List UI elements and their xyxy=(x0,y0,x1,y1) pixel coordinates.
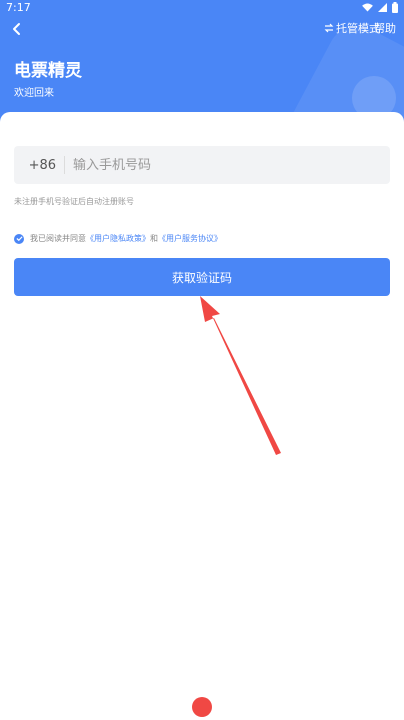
welcome-text: 欢迎回来 xyxy=(14,88,54,99)
managed-mode-button[interactable]: 托管模式 xyxy=(324,20,380,36)
status-icons xyxy=(362,2,398,13)
get-code-button[interactable]: 获取验证码 xyxy=(14,258,390,296)
agreement-checkbox[interactable] xyxy=(14,233,24,244)
battery-icon xyxy=(392,2,398,13)
privacy-policy-link[interactable]: 《用户隐私政策》 xyxy=(86,233,150,244)
swap-icon xyxy=(324,23,334,33)
country-code[interactable]: +86 xyxy=(14,158,56,173)
status-time: 7:17 xyxy=(6,1,31,14)
status-bar: 7:17 xyxy=(0,0,404,16)
back-arrow-icon xyxy=(13,23,20,35)
agreement-row: 我已阅读并同意 《用户隐私政策》 和 《用户服务协议》 xyxy=(14,233,222,244)
terms-link[interactable]: 《用户服务协议》 xyxy=(158,233,222,244)
agreement-and: 和 xyxy=(150,234,158,243)
field-divider xyxy=(64,156,65,174)
bottom-badge-icon[interactable] xyxy=(192,697,212,717)
signal-icon xyxy=(378,3,387,12)
checkmark-icon xyxy=(15,236,23,242)
wifi-icon xyxy=(362,3,373,12)
agreement-prefix: 我已阅读并同意 xyxy=(30,234,86,243)
register-hint: 未注册手机号验证后自动注册账号 xyxy=(14,197,134,206)
phone-input[interactable] xyxy=(73,157,390,173)
app-title: 电票精灵 xyxy=(14,61,82,81)
back-button[interactable] xyxy=(6,18,28,40)
phone-field[interactable]: +86 xyxy=(14,146,390,184)
help-link[interactable]: 帮助 xyxy=(374,20,396,36)
